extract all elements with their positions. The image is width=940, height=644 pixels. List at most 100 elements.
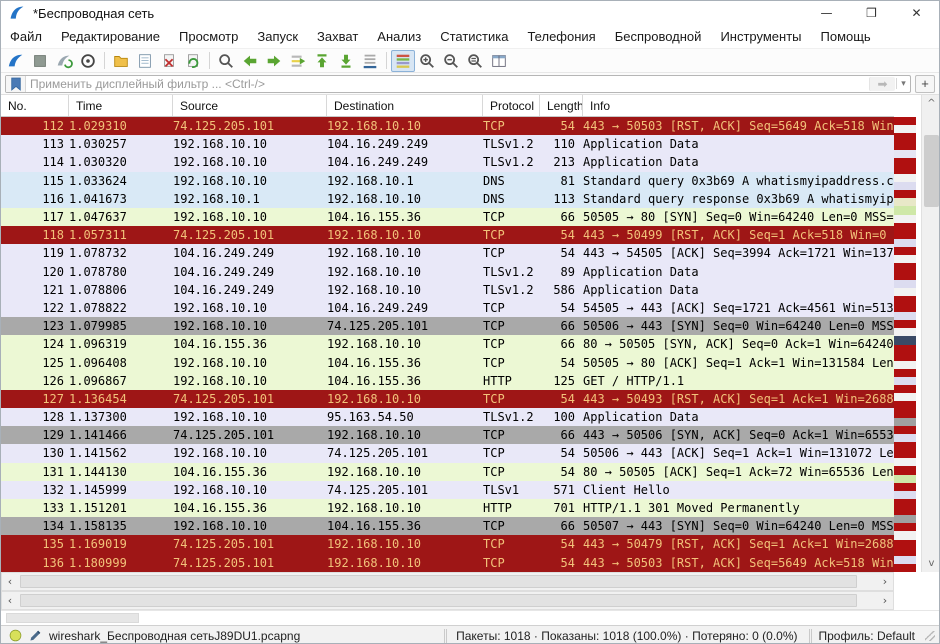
menu-item-3[interactable]: Запуск	[257, 29, 298, 44]
resize-columns-icon[interactable]	[487, 50, 511, 72]
minimap-stripe	[894, 507, 916, 515]
scroll-right-icon[interactable]: ›	[877, 594, 893, 607]
go-back-icon[interactable]	[238, 50, 262, 72]
apply-filter-button[interactable]: ➡	[869, 77, 895, 91]
minimap-stripe	[894, 385, 916, 393]
packet-row[interactable]: 113 1.030257 192.168.10.10 104.16.249.24…	[1, 135, 894, 153]
minimap-stripe	[894, 304, 916, 312]
column-header-length[interactable]: Length	[540, 95, 583, 116]
restart-capture-icon[interactable]	[52, 50, 76, 72]
close-button[interactable]: ✕	[894, 1, 939, 25]
packet-row[interactable]: 119 1.078732 104.16.249.249 192.168.10.1…	[1, 244, 894, 262]
menu-item-1[interactable]: Редактирование	[61, 29, 160, 44]
menu-item-0[interactable]: Файл	[10, 29, 42, 44]
packet-row[interactable]: 132 1.145999 192.168.10.10 74.125.205.10…	[1, 481, 894, 499]
packet-row[interactable]: 121 1.078806 104.16.249.249 192.168.10.1…	[1, 281, 894, 299]
minimize-button[interactable]: —	[804, 1, 849, 25]
horizontal-scroll-thumb[interactable]	[20, 594, 857, 607]
zoom-out-icon[interactable]	[439, 50, 463, 72]
column-header-protocol[interactable]: Protocol	[483, 95, 540, 116]
packet-row[interactable]: 122 1.078822 192.168.10.10 104.16.249.24…	[1, 299, 894, 317]
packet-row[interactable]: 117 1.047637 192.168.10.10 104.16.155.36…	[1, 208, 894, 226]
horizontal-scrollbar-top[interactable]: ‹ ›	[1, 572, 894, 591]
vertical-scrollbar[interactable]: ^ v	[921, 95, 940, 572]
packet-row[interactable]: 133 1.151201 104.16.155.36 192.168.10.10…	[1, 499, 894, 517]
go-to-bottom-icon[interactable]	[334, 50, 358, 72]
go-forward-icon[interactable]	[262, 50, 286, 72]
open-file-icon[interactable]	[109, 50, 133, 72]
scroll-up-icon[interactable]: ^	[922, 95, 940, 112]
packet-row[interactable]: 128 1.137300 192.168.10.10 95.163.54.50 …	[1, 408, 894, 426]
stop-capture-icon[interactable]	[28, 50, 52, 72]
scroll-right-icon[interactable]: ›	[877, 575, 893, 588]
filter-dropdown-caret[interactable]: ▾	[896, 78, 910, 89]
scroll-left-icon[interactable]: ‹	[2, 575, 18, 588]
packet-row[interactable]: 115 1.033624 192.168.10.10 192.168.10.1 …	[1, 172, 894, 190]
column-header-destination[interactable]: Destination	[327, 95, 483, 116]
packet-row[interactable]: 125 1.096408 192.168.10.10 104.16.155.36…	[1, 353, 894, 371]
packet-row[interactable]: 126 1.096867 192.168.10.10 104.16.155.36…	[1, 372, 894, 390]
expert-info-icon[interactable]	[9, 629, 22, 642]
horizontal-scroll-thumb[interactable]	[20, 575, 857, 588]
packet-row[interactable]: 134 1.158135 192.168.10.10 104.16.155.36…	[1, 517, 894, 535]
minimap-stripe	[894, 320, 916, 328]
capture-filename[interactable]: wireshark_Беспроводная сетьJ89DU1.pcapng	[49, 629, 300, 643]
column-header-time[interactable]: Time	[69, 95, 173, 116]
packet-row[interactable]: 130 1.141562 192.168.10.10 74.125.205.10…	[1, 444, 894, 462]
add-filter-button[interactable]: +	[915, 75, 935, 93]
menu-item-7[interactable]: Телефония	[527, 29, 595, 44]
menu-item-4[interactable]: Захват	[317, 29, 358, 44]
bookmark-icon[interactable]	[6, 76, 26, 92]
toolbar-separator	[104, 52, 105, 69]
packet-row[interactable]: 112 1.029310 74.125.205.101 192.168.10.1…	[1, 117, 894, 135]
go-to-packet-icon[interactable]	[286, 50, 310, 72]
column-header-no[interactable]: No.	[1, 95, 69, 116]
packet-row[interactable]: 120 1.078780 104.16.249.249 192.168.10.1…	[1, 263, 894, 281]
menu-item-8[interactable]: Беспроводной	[615, 29, 702, 44]
minimap-stripe	[894, 150, 916, 158]
minimap-stripe	[894, 466, 916, 474]
packet-row[interactable]: 118 1.057311 74.125.205.101 192.168.10.1…	[1, 226, 894, 244]
packet-row[interactable]: 131 1.144130 104.16.155.36 192.168.10.10…	[1, 463, 894, 481]
packet-row[interactable]: 136 1.180999 74.125.205.101 192.168.10.1…	[1, 554, 894, 572]
menu-item-5[interactable]: Анализ	[377, 29, 421, 44]
menu-item-10[interactable]: Помощь	[821, 29, 871, 44]
packet-row[interactable]: 116 1.041673 192.168.10.1 192.168.10.10 …	[1, 190, 894, 208]
start-capture-icon[interactable]	[4, 50, 28, 72]
packet-row[interactable]: 135 1.169019 74.125.205.101 192.168.10.1…	[1, 535, 894, 553]
vertical-scroll-thumb[interactable]	[924, 135, 939, 207]
display-filter-input[interactable]: Применить дисплейный фильтр ... <Ctrl-/>…	[5, 75, 911, 93]
minimap-stripe	[894, 174, 916, 182]
capture-options-icon[interactable]	[76, 50, 100, 72]
go-to-top-icon[interactable]	[310, 50, 334, 72]
packet-row[interactable]: 114 1.030320 192.168.10.10 104.16.249.24…	[1, 153, 894, 171]
reload-file-icon[interactable]	[181, 50, 205, 72]
resize-grip[interactable]	[925, 631, 935, 641]
minimap-stripe	[894, 255, 916, 263]
zoom-original-icon[interactable]	[463, 50, 487, 72]
packet-row[interactable]: 129 1.141466 74.125.205.101 192.168.10.1…	[1, 426, 894, 444]
packet-minimap[interactable]	[894, 117, 921, 572]
menu-item-9[interactable]: Инструменты	[720, 29, 801, 44]
column-header-source[interactable]: Source	[173, 95, 327, 116]
auto-scroll-icon[interactable]	[358, 50, 382, 72]
packet-row[interactable]: 127 1.136454 74.125.205.101 192.168.10.1…	[1, 390, 894, 408]
column-header-info[interactable]: Info	[583, 95, 894, 116]
capture-comment-icon[interactable]	[29, 629, 42, 642]
menu-item-6[interactable]: Статистика	[440, 29, 508, 44]
minimap-stripe	[894, 410, 916, 418]
packet-row[interactable]: 124 1.096319 104.16.155.36 192.168.10.10…	[1, 335, 894, 353]
scroll-left-icon[interactable]: ‹	[2, 594, 18, 607]
horizontal-scrollbar-bottom[interactable]: ‹ ›	[1, 591, 894, 610]
find-packet-icon[interactable]	[214, 50, 238, 72]
close-file-icon[interactable]	[157, 50, 181, 72]
colorize-packets-icon[interactable]	[391, 50, 415, 72]
scroll-down-icon[interactable]: v	[922, 555, 940, 572]
zoom-in-icon[interactable]	[415, 50, 439, 72]
profile-label[interactable]: Профиль: Default	[815, 629, 920, 643]
save-file-icon[interactable]	[133, 50, 157, 72]
maximize-button[interactable]: ❒	[849, 1, 894, 25]
packet-list-header: No. Time Source Destination Protocol Len…	[1, 95, 894, 117]
menu-item-2[interactable]: Просмотр	[179, 29, 238, 44]
packet-row[interactable]: 123 1.079985 192.168.10.10 74.125.205.10…	[1, 317, 894, 335]
